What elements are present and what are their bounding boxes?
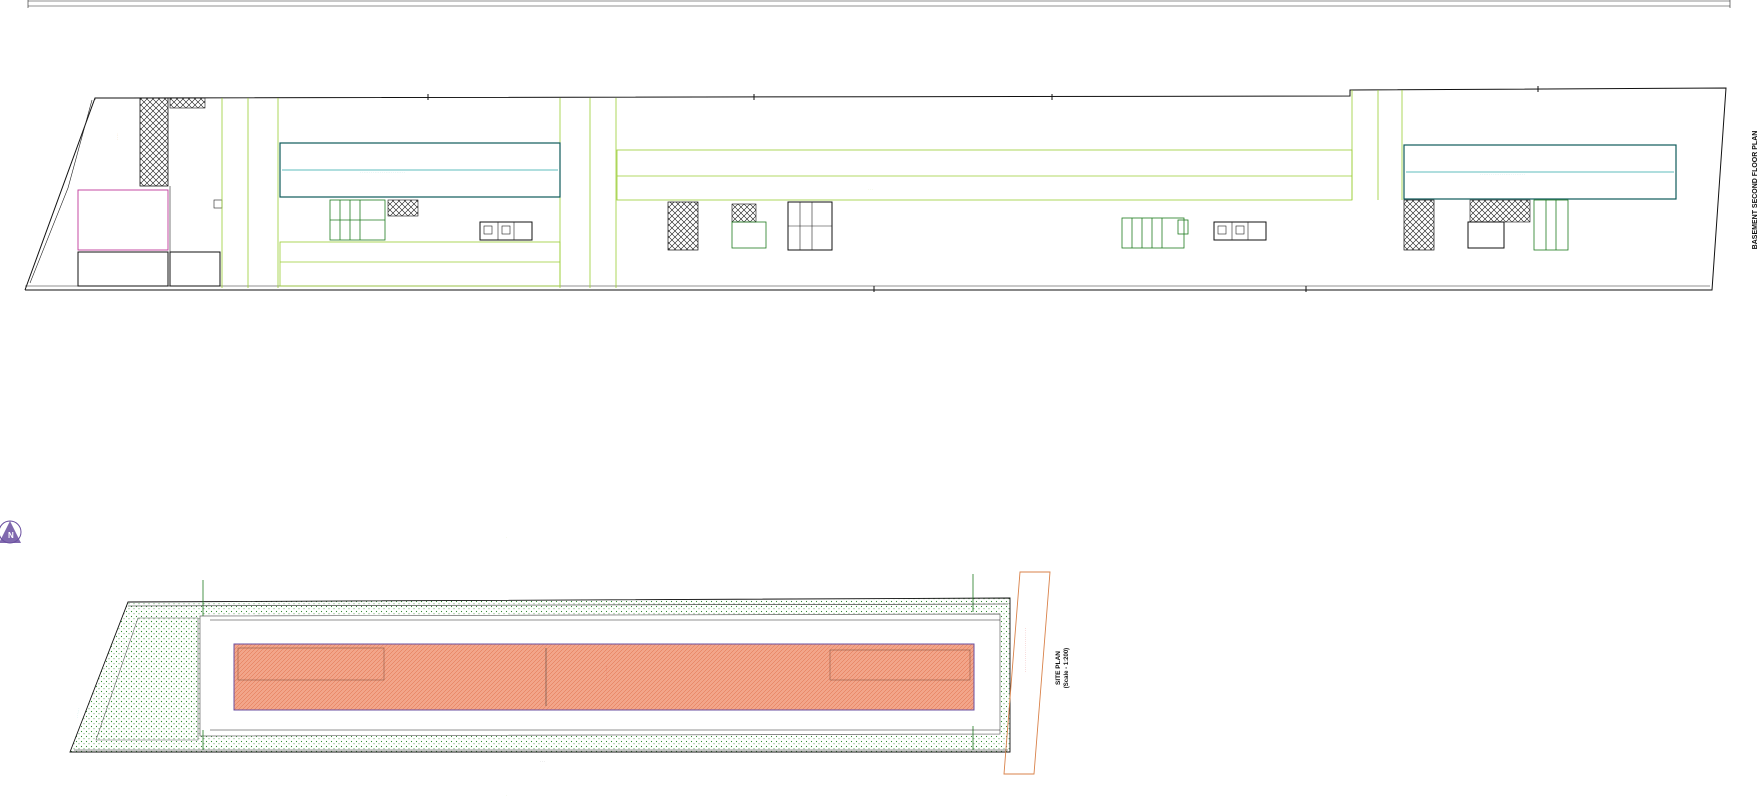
stair-center (1121, 217, 1189, 249)
svg-text:· · · ·: · · · · (115, 134, 119, 141)
drawing-sheet: · · · · · · · · · · · · · · · · · · · · … (0, 0, 1759, 797)
core-grid-lines (221, 90, 1403, 288)
lift-left (479, 221, 533, 241)
stair-left (329, 199, 419, 241)
svg-text:· · ·: · · · (540, 759, 545, 763)
svg-text:· · · · · · · · · · · · · · ·: · · · · · · · · · · · · · · · · · · · · … (1024, 628, 1028, 672)
svg-text:· ·: · · (584, 735, 587, 739)
building-footprint (233, 643, 975, 711)
teal-block-right: · · · · · · · · · · · · · · · · · · · · … (1403, 144, 1677, 200)
north-arrow-letter: N (8, 531, 14, 540)
svg-text:· · · · · ·: · · · · · · (75, 707, 81, 718)
north-arrow: N (0, 520, 22, 544)
site-plan-title-block: SITE PLAN (Scale - 1:200) (1055, 648, 1070, 688)
svg-text:· · · · · · · · · · · · · · ·: · · · · · · · · · · · · · · · · · · · · … (360, 170, 405, 174)
site-plan: · · · · · · · · · · · · · · · · · · · · … (69, 535, 1051, 797)
core-mid (667, 201, 833, 251)
hatched-shaft (139, 97, 169, 187)
svg-text:·: · (506, 793, 507, 797)
site-plan-scale: (Scale - 1:200) (1064, 648, 1070, 688)
basement-floor-plan: · · · · · · · · · · · · · · · · · · · · … (24, 86, 1727, 292)
top-dimension-strip (27, 0, 1731, 8)
core-right (1403, 199, 1569, 251)
svg-text:·: · (506, 535, 507, 539)
basement-plan-title: BASEMENT SECOND FLOOR PLAN (1752, 131, 1759, 250)
pink-room (77, 189, 169, 251)
svg-text:· ·: · · (138, 669, 141, 673)
teal-block-left: · · · · · · · · · · · · · · · · · · · · … (279, 142, 561, 198)
road-band (1003, 571, 1051, 775)
lift-center (1213, 221, 1267, 241)
site-plan-title: SITE PLAN (1055, 651, 1062, 685)
boundary-ticks (427, 86, 1539, 292)
svg-text:· ·: · · (604, 603, 607, 607)
svg-text:· · ·: · · · (868, 187, 873, 191)
svg-text:· · · · · · ·: · · · · · · · (605, 666, 609, 680)
svg-text:· · · · · · · · · · · · · · ·: · · · · · · · · · · · · · · · · · · · · … (1480, 172, 1525, 176)
